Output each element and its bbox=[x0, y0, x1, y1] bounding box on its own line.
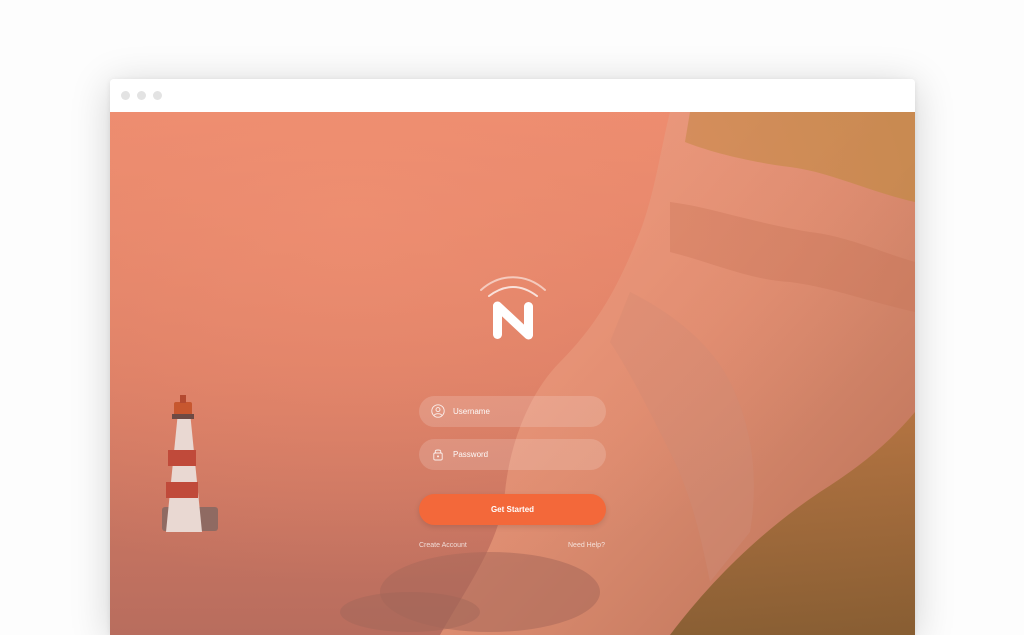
lock-icon bbox=[433, 449, 443, 461]
create-account-link[interactable]: Create Account bbox=[419, 542, 467, 549]
hero-background: Get Started Create Account Need Help? bbox=[110, 112, 915, 635]
username-input[interactable] bbox=[453, 396, 598, 427]
window-titlebar bbox=[110, 79, 915, 112]
username-field[interactable] bbox=[419, 396, 606, 427]
get-started-button[interactable]: Get Started bbox=[419, 494, 606, 525]
password-field[interactable] bbox=[419, 439, 606, 470]
password-input[interactable] bbox=[453, 439, 598, 470]
minimize-dot[interactable] bbox=[137, 91, 146, 100]
need-help-link[interactable]: Need Help? bbox=[568, 542, 605, 549]
page-background: Get Started Create Account Need Help? bbox=[0, 0, 1024, 635]
cliff-lighthouse-photo bbox=[110, 112, 915, 635]
maximize-dot[interactable] bbox=[153, 91, 162, 100]
user-icon bbox=[431, 404, 445, 418]
n-signal-logo-icon bbox=[480, 276, 546, 340]
browser-window: Get Started Create Account Need Help? bbox=[110, 79, 915, 635]
close-dot[interactable] bbox=[121, 91, 130, 100]
